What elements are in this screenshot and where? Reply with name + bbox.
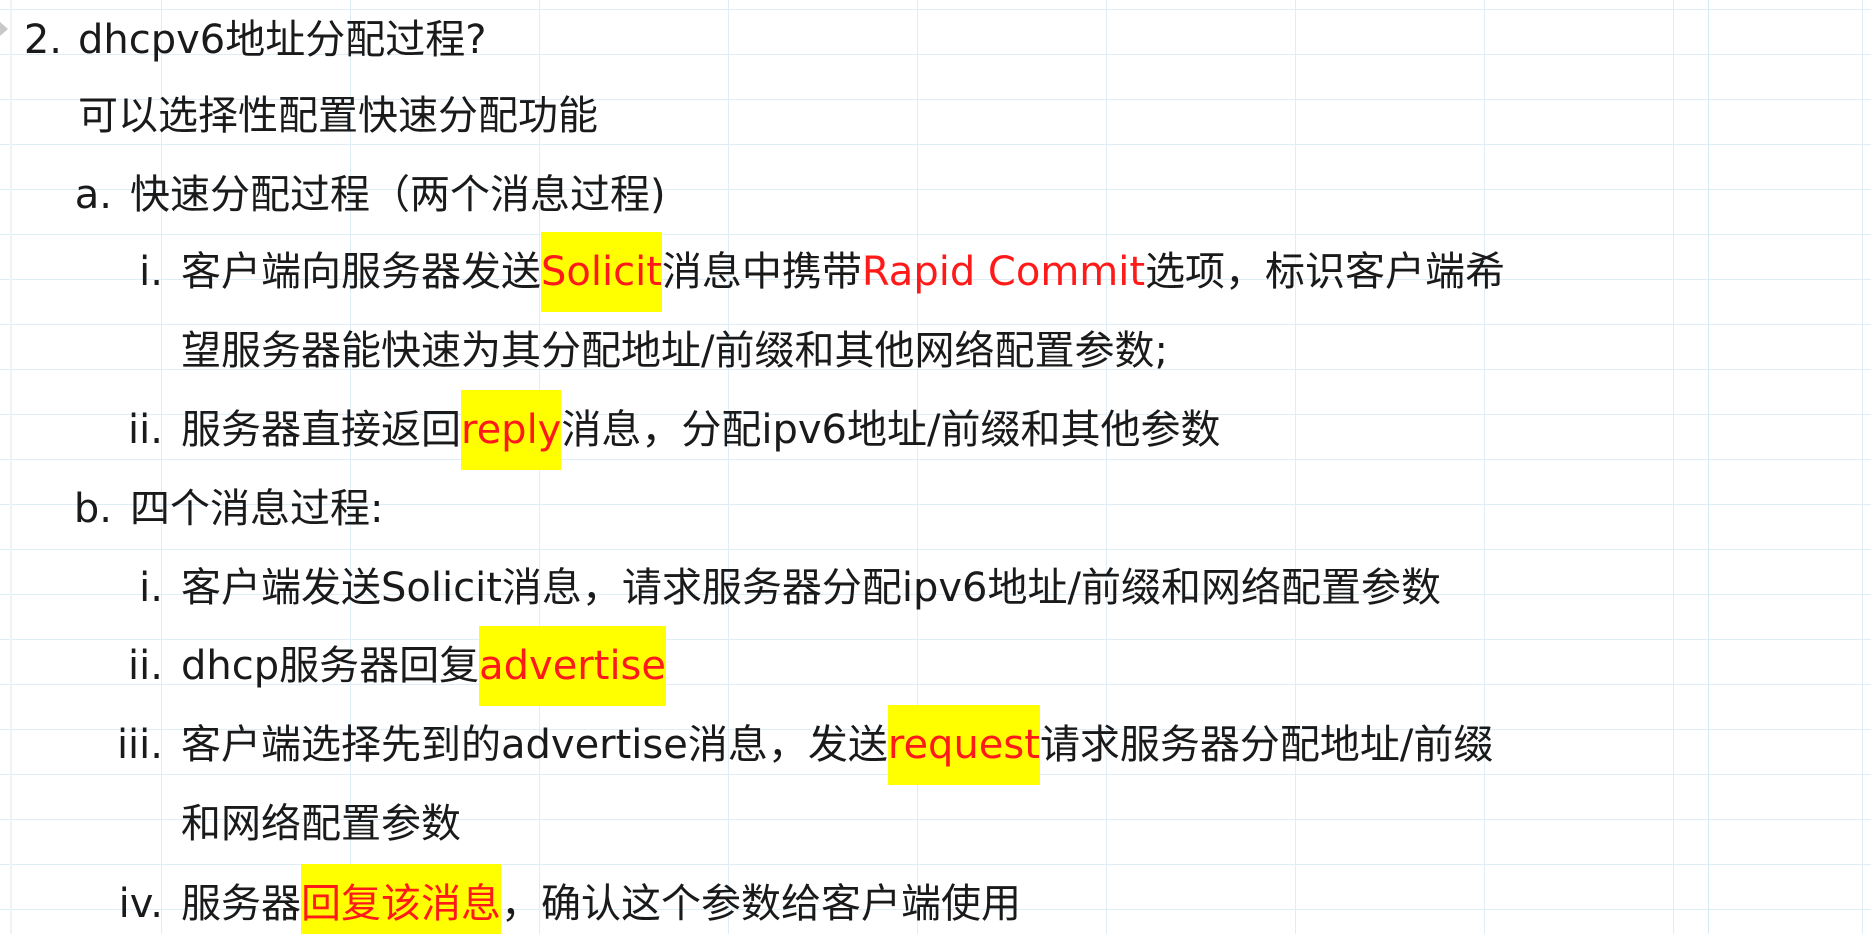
highlighted-keyword: 回复该消息 (301, 864, 501, 934)
item-text: 可以选择性配置快速分配功能 (78, 76, 598, 156)
item-text: 客户端选择先到的advertise消息，发送request请求服务器分配地址/前… (181, 705, 1493, 785)
red-keyword: Rapid Commit (861, 249, 1146, 295)
page-boundary-line (1708, 0, 1709, 934)
item-text: 服务器回复该消息，确认这个参数给客户端使用 (181, 864, 1021, 934)
text-segment: 四个消息过程: (130, 486, 384, 532)
highlighted-keyword: request (887, 705, 1040, 785)
item-text: 服务器直接返回reply消息，分配ipv6地址/前缀和其他参数 (181, 390, 1220, 470)
list-marker: b. (73, 486, 112, 532)
text-segment: 请求服务器分配地址/前缀 (1039, 722, 1494, 768)
list-marker (0, 76, 62, 156)
item-text: 客户端发送Solicit消息，请求服务器分配ipv6地址/前缀和网络配置参数 (181, 548, 1441, 628)
list-marker: 2. (23, 17, 62, 63)
text-segment: 选项，标识客户端希 (1145, 249, 1506, 295)
list-marker: iv. (118, 881, 163, 927)
highlighted-keyword: reply (461, 390, 562, 470)
highlighted-keyword: advertise (479, 626, 666, 706)
text-segment: 消息中携带 (661, 249, 862, 295)
text-segment: 快速分配过程（两个消息过程) (130, 172, 666, 218)
list-marker: a. (74, 172, 112, 218)
text-segment: 望服务器能快速为其分配地址/前缀和其他网络配置参数; (181, 328, 1168, 374)
text-segment: 服务器 (181, 881, 301, 927)
text-segment: 可以选择性配置快速分配功能 (78, 93, 598, 139)
item-text: 和网络配置参数 (181, 784, 461, 864)
list-marker (0, 784, 163, 864)
text-segment: 和网络配置参数 (181, 801, 461, 847)
text-segment: 服务器直接返回 (181, 407, 461, 453)
item-text: dhcpv6地址分配过程? (78, 0, 486, 80)
list-marker: i. (139, 565, 163, 611)
list-marker: ii. (128, 407, 163, 453)
item-text: 四个消息过程: (130, 469, 383, 549)
text-segment: dhcp服务器回复 (181, 643, 480, 689)
list-marker: iii. (116, 722, 163, 768)
item-text: 客户端向服务器发送Solicit消息中携带Rapid Commit选项，标识客户… (181, 232, 1505, 312)
item-text: 望服务器能快速为其分配地址/前缀和其他网络配置参数; (181, 311, 1168, 391)
text-segment: 客户端发送Solicit消息，请求服务器分配ipv6地址/前缀和网络配置参数 (181, 565, 1441, 611)
text-segment: dhcpv6地址分配过程? (78, 17, 487, 63)
highlighted-keyword: Solicit (541, 232, 662, 312)
note-page: 2. dhcpv6地址分配过程? 可以选择性配置快速分配功能 a. 快速分配过程… (0, 0, 1871, 934)
list-marker: i. (139, 249, 163, 295)
list-marker: ii. (128, 643, 163, 689)
item-text: dhcp服务器回复advertise (181, 626, 666, 706)
item-text: 快速分配过程（两个消息过程) (130, 155, 666, 235)
text-segment: ，确认这个参数给客户端使用 (501, 881, 1021, 927)
text-segment: 消息，分配ipv6地址/前缀和其他参数 (561, 407, 1221, 453)
text-segment: 客户端向服务器发送 (181, 249, 541, 295)
text-segment: 客户端选择先到的advertise消息，发送 (181, 722, 888, 768)
list-marker (0, 311, 163, 391)
